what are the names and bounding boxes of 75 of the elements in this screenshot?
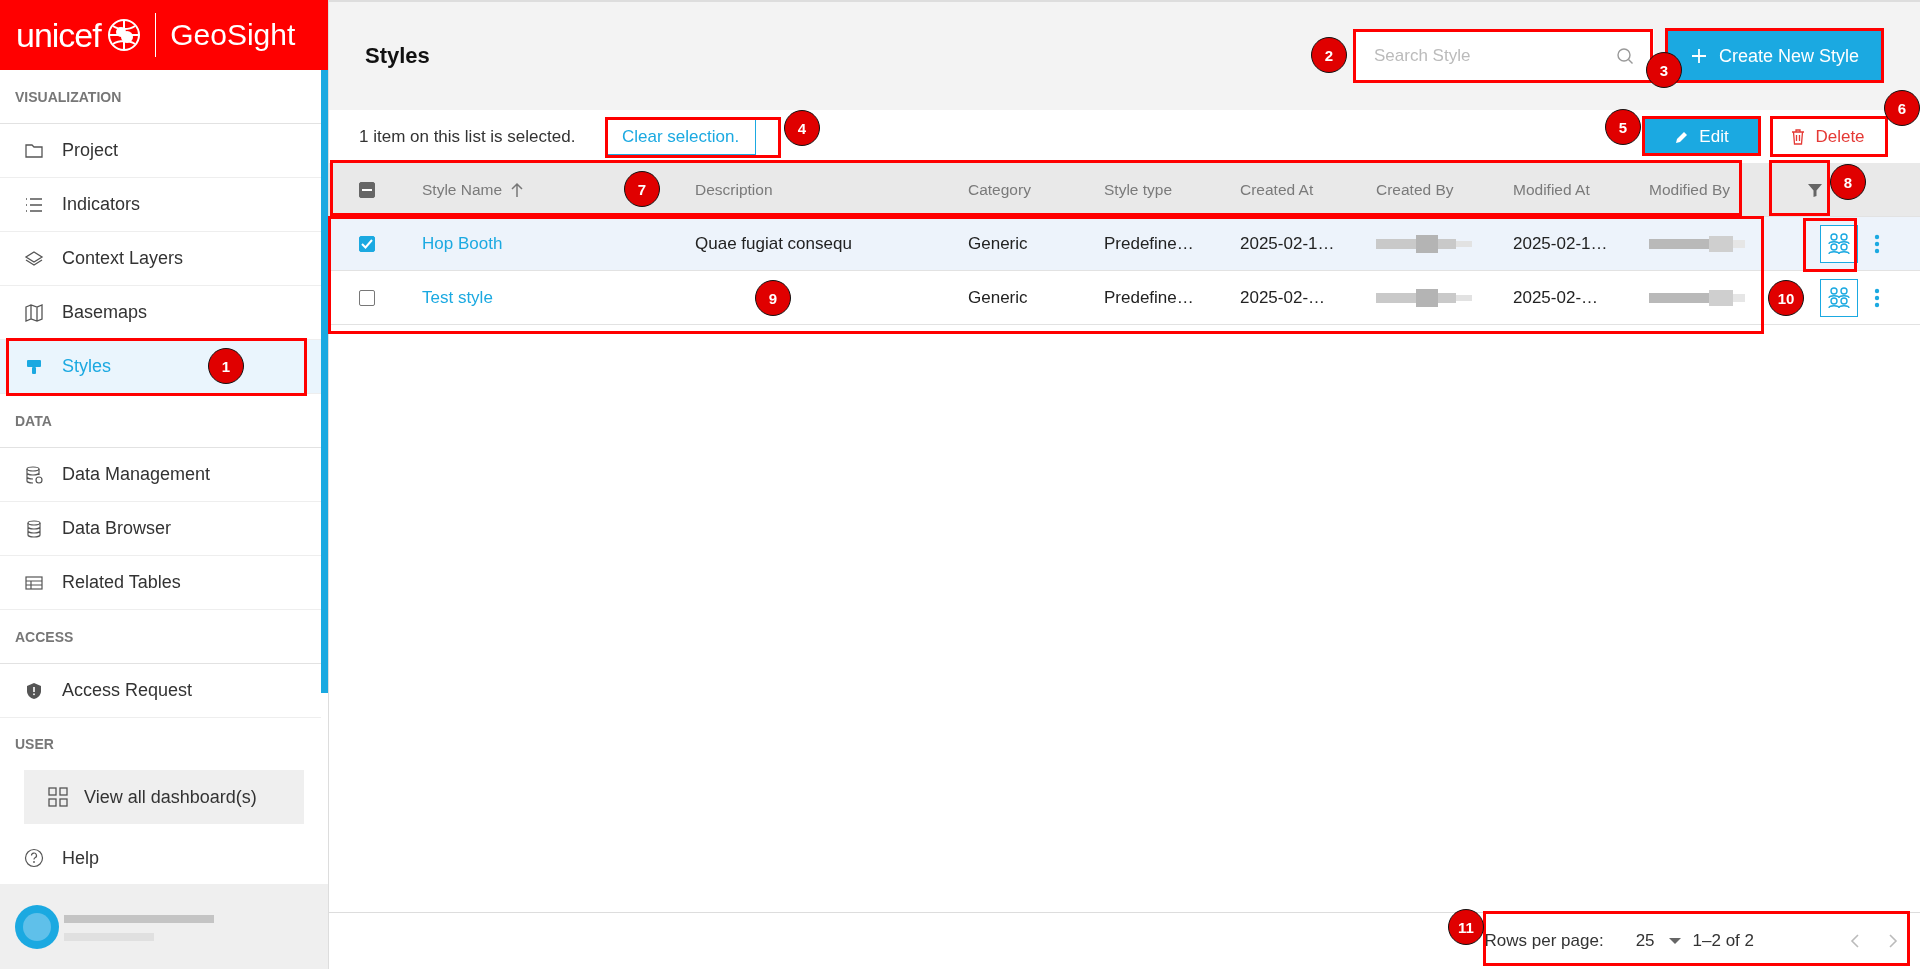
sidebar-item[interactable]: Related Tables: [0, 556, 321, 610]
column-header[interactable]: Created By: [1376, 180, 1454, 199]
check-icon: [361, 238, 373, 249]
product-name: GeoSight: [170, 18, 296, 52]
plus-icon: [1690, 48, 1707, 64]
rows-per-page-label: Rows per page:: [1484, 931, 1604, 951]
table-cell: Predefine…: [1104, 233, 1194, 254]
table-cell: 2025-02-1…: [1513, 233, 1608, 254]
column-header[interactable]: Category: [968, 180, 1031, 199]
search-icon: [1616, 47, 1634, 65]
column-header[interactable]: Style type: [1104, 180, 1173, 199]
avatar-icon: [14, 903, 60, 950]
style-name-link[interactable]: Test style: [422, 287, 493, 308]
help-icon: [24, 848, 44, 868]
users-icon: [1826, 285, 1852, 310]
column-header[interactable]: Style Name: [422, 180, 503, 199]
trash-icon: [1791, 128, 1806, 145]
section-heading: USER: [14, 735, 55, 754]
highlight-frame: [1769, 160, 1830, 216]
share-button[interactable]: [1820, 278, 1858, 317]
globe-emblem-icon: [106, 18, 141, 52]
table-cell: 2025-02-1…: [1240, 233, 1335, 254]
table-cell: Generic: [968, 287, 1028, 308]
sidebar-item[interactable]: Basemaps: [0, 286, 321, 340]
sidebar-item[interactable]: Data Management: [0, 448, 321, 502]
callout-badge: 11: [1448, 909, 1484, 945]
clear-selection-button[interactable]: Clear selection.: [605, 118, 757, 155]
table-row[interactable]: Hop Booth Quae fugiat consequ Generic Predefine… 2025-02-1… 2025-02-1…: [329, 217, 1920, 271]
section-heading: ACCESS: [0, 610, 321, 664]
callout-badge: 4: [784, 110, 820, 146]
section-heading: VISUALIZATION: [0, 70, 321, 124]
sidebar-item[interactable]: Context Layers: [0, 232, 321, 286]
shield-icon: [24, 680, 44, 701]
next-page-icon[interactable]: [1888, 933, 1898, 949]
rows-per-page-select[interactable]: 25: [1635, 931, 1655, 951]
brand-name: unicef: [16, 15, 101, 55]
sidebar-item[interactable]: Indicators: [0, 178, 321, 232]
highlight-frame: [1803, 218, 1857, 272]
users-icon: [1826, 231, 1852, 256]
column-header[interactable]: Created At: [1240, 180, 1314, 199]
row-checkbox[interactable]: [359, 289, 375, 306]
view-dashboards-button[interactable]: View all dashboard(s): [24, 770, 304, 824]
page-title: Styles: [365, 43, 430, 69]
db-gear-icon: [24, 464, 44, 485]
column-header[interactable]: Modified By: [1649, 180, 1730, 199]
column-header[interactable]: Modified At: [1513, 180, 1590, 199]
previous-page-icon[interactable]: [1850, 933, 1860, 949]
table-cell: Predefine…: [1104, 287, 1194, 308]
row-checkbox[interactable]: [359, 235, 375, 252]
table-cell: 2025-02-…: [1513, 287, 1599, 308]
minus-icon: [362, 188, 372, 191]
style-name-link[interactable]: Hop Booth: [422, 233, 503, 254]
pencil-icon: [1675, 129, 1690, 144]
sidebar-item[interactable]: Project: [0, 124, 321, 178]
sidebar-item[interactable]: Data Browser: [0, 502, 321, 556]
page-range: 1–2 of 2: [1692, 931, 1754, 951]
help-link[interactable]: Help: [0, 832, 328, 884]
more-options-icon[interactable]: [1874, 287, 1880, 308]
column-header[interactable]: Description: [695, 180, 773, 199]
sort-arrow-icon[interactable]: [510, 181, 525, 198]
sidebar-item[interactable]: Access Request: [0, 664, 321, 718]
table-cell: 2025-02-…: [1240, 287, 1326, 308]
filter-icon[interactable]: [1807, 181, 1823, 198]
caret-icon[interactable]: [1668, 938, 1681, 944]
db-icon: [24, 518, 44, 539]
scrollbar[interactable]: [321, 70, 328, 693]
select-all-checkbox[interactable]: [359, 181, 375, 198]
table-cell: Generic: [968, 233, 1028, 254]
section-heading: DATA: [0, 394, 321, 448]
callout-badge: 5: [1605, 109, 1641, 145]
map-icon: [24, 302, 44, 323]
selection-message: 1 item on this list is selected.: [359, 126, 577, 147]
table-cell: Quae fugiat consequ: [695, 233, 852, 254]
more-options-icon[interactable]: [1874, 233, 1880, 254]
grid-icon: [48, 787, 68, 807]
